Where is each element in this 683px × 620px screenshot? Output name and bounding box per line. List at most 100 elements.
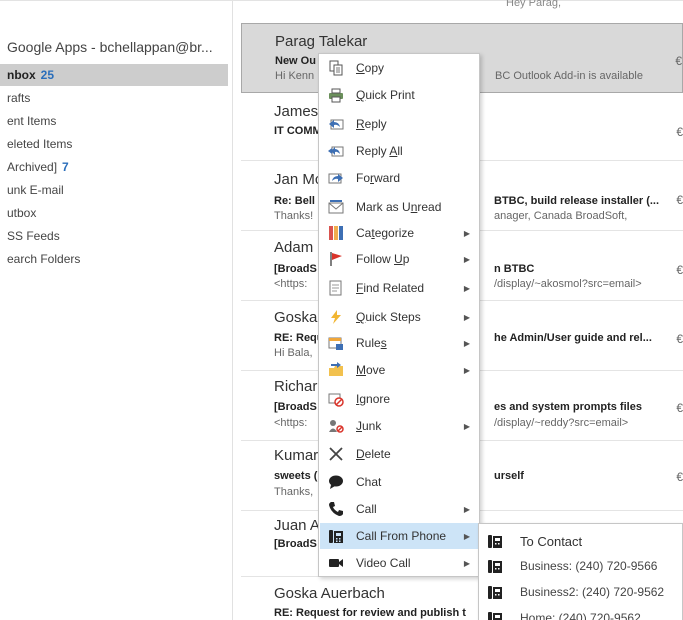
message-subject: RE: Request for review and publish t [274, 607, 466, 619]
folder-label: unk E-mail [7, 183, 64, 197]
folder-drafts[interactable]: rafts [0, 87, 228, 109]
folder-label: nbox [7, 68, 36, 82]
menu-item-rules[interactable]: Rules ▶ [320, 330, 478, 356]
folder-label: eleted Items [7, 137, 73, 151]
menu-item-ignore[interactable]: Ignore [320, 386, 478, 412]
unread-count: 7 [62, 160, 69, 174]
menu-item-reply[interactable]: Reply [320, 111, 478, 137]
folder-junk-email[interactable]: unk E-mail [0, 179, 228, 201]
menu-item-move[interactable]: Move ▶ [320, 357, 478, 383]
message-sender: Parag Talekar [275, 33, 368, 50]
submenu-item-to-contact[interactable]: To Contact [480, 527, 680, 555]
menu-item-quick-print[interactable]: Quick Print [320, 82, 478, 108]
message-preview-tail: BC Outlook Add-in is available [495, 70, 643, 82]
message-subject-tail: BTBC, build release installer (... [494, 195, 660, 207]
folder-outbox[interactable]: utbox [0, 202, 228, 224]
mark-unread-icon [328, 199, 344, 215]
submenu-item-business[interactable]: Business: (240) 720-9566 [480, 552, 680, 580]
menu-item-categorize[interactable]: Categorize ▶ [320, 220, 478, 246]
menu-item-quick-steps[interactable]: Quick Steps ▶ [320, 304, 478, 330]
submenu-arrow: ▶ [463, 504, 470, 514]
submenu-item-label: Business: (240) 720-9566 [520, 559, 658, 573]
message-preview: Thanks! [274, 210, 314, 222]
message-marker-icon: € [676, 193, 683, 207]
message-subject: sweets ( [274, 470, 318, 482]
folder-label: SS Feeds [7, 229, 60, 243]
menu-item-find-related[interactable]: Find Related ▶ [320, 275, 478, 301]
desk-phone-icon [488, 558, 502, 574]
menu-item-mark-as-unread[interactable]: Mark as Unread [320, 194, 478, 220]
folder-label: rafts [7, 91, 31, 105]
desk-phone-icon [488, 610, 502, 620]
menu-item-label: Copy [356, 61, 385, 75]
quick-print-icon [328, 87, 344, 103]
submenu-item-home[interactable]: Home: (240) 720-9562 [480, 604, 680, 620]
unread-count: 25 [40, 68, 55, 82]
submenu-arrow: ▶ [463, 365, 470, 375]
message-marker-icon: € [676, 125, 683, 139]
folder-label: earch Folders [7, 252, 81, 266]
submenu-item-label: Home: (240) 720-9562 [520, 611, 641, 620]
menu-item-label: Delete [356, 447, 391, 461]
menu-item-label: Find Related [356, 281, 425, 295]
message-preview: Hi Kenn [275, 70, 315, 82]
menu-item-junk[interactable]: Junk ▶ [320, 413, 478, 439]
folder-inbox[interactable]: nbox 25 [0, 64, 228, 86]
reply-icon [328, 116, 344, 132]
submenu-item-business2[interactable]: Business2: (240) 720-9562 [480, 578, 680, 606]
categorize-icon [328, 225, 344, 241]
submenu-arrow: ▶ [463, 558, 470, 568]
message-subject-tail: urself [494, 470, 524, 482]
menu-item-label: Chat [356, 475, 382, 489]
account-header[interactable]: Google Apps - bchellappan@br... [7, 39, 227, 55]
message-preview: <https: [274, 278, 308, 290]
menu-item-forward[interactable]: Forward [320, 165, 478, 191]
message-subject: RE: Requ [274, 332, 324, 344]
message-preview: Thanks, [274, 486, 314, 498]
copy-icon [328, 60, 344, 76]
desk-phone-icon [488, 584, 502, 600]
folder-label: ent Items [7, 114, 57, 128]
message-preview-tail: /display/~akosmol?src=email> [494, 278, 642, 290]
submenu-arrow: ▶ [463, 421, 470, 431]
menu-item-label: Video Call [356, 556, 411, 570]
find-related-icon [328, 280, 344, 296]
menu-item-call[interactable]: Call ▶ [320, 496, 478, 522]
folder-sent-items[interactable]: ent Items [0, 110, 228, 132]
chat-icon [328, 474, 344, 490]
message-sender: Goska [274, 309, 318, 326]
menu-item-label: Rules [356, 336, 387, 350]
menu-item-video-call[interactable]: Video Call ▶ [320, 550, 478, 576]
submenu-arrow: ▶ [463, 531, 470, 541]
message-sender: Kumar [274, 447, 319, 464]
rules-icon [328, 335, 344, 351]
folder-search-folders[interactable]: earch Folders [0, 248, 228, 270]
folder-archived[interactable]: Archived] 7 [0, 156, 228, 178]
message-subject: New Ou [275, 55, 316, 67]
message-sender: Goska Auerbach [274, 585, 385, 602]
menu-item-chat[interactable]: Chat [320, 469, 478, 495]
submenu-arrow: ▶ [463, 283, 470, 293]
menu-item-follow-up[interactable]: Follow Up ▶ [320, 246, 478, 272]
context-menu: Copy Quick Print Reply Reply All Forward… [318, 53, 480, 577]
folder-rss-feeds[interactable]: SS Feeds [0, 225, 228, 247]
menu-item-delete[interactable]: Delete [320, 441, 478, 467]
folder-deleted-items[interactable]: eleted Items [0, 133, 228, 155]
flag-icon [328, 251, 344, 267]
message-marker-icon: € [676, 470, 683, 484]
menu-item-label: Reply [356, 117, 387, 131]
menu-item-copy[interactable]: Copy [320, 55, 478, 81]
menu-item-call-from-phone[interactable]: Call From Phone ▶ [320, 523, 478, 549]
phone-icon [328, 501, 344, 517]
forward-icon [328, 170, 344, 186]
message-subject: [BroadS [274, 401, 317, 413]
message-subject-tail: n BTBC [494, 263, 535, 275]
message-subject: [BroadS [274, 263, 317, 275]
menu-item-reply-all[interactable]: Reply All [320, 138, 478, 164]
folder-pane: Google Apps - bchellappan@br... nbox 25 r… [0, 1, 233, 620]
message-preview: Hi Bala, [274, 347, 313, 359]
message-marker-icon: € [675, 54, 682, 68]
reply-all-icon [328, 143, 344, 159]
folder-label: utbox [7, 206, 37, 220]
message-subject: Re: Bell [274, 195, 315, 207]
